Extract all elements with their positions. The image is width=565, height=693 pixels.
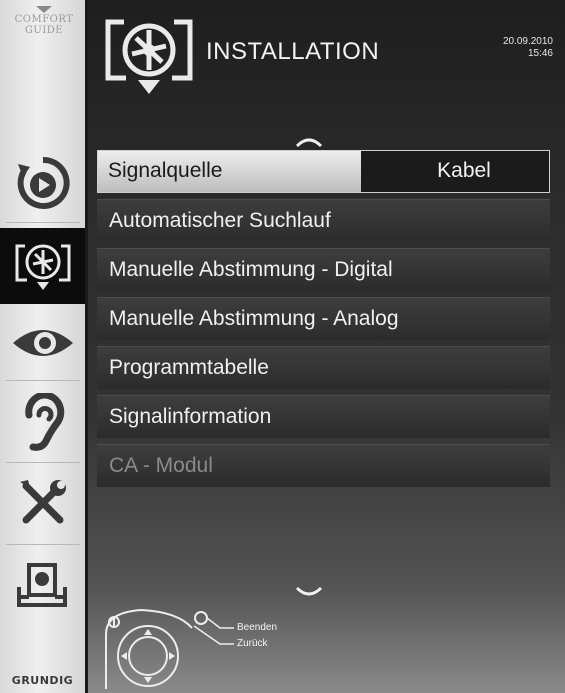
scroll-up-icon[interactable] — [294, 134, 324, 148]
sidebar-divider — [6, 222, 80, 223]
installation-menu: Signalquelle Kabel Automatischer Suchlau… — [97, 150, 550, 493]
sidebar-divider — [6, 544, 80, 545]
main-panel: INSTALLATION 20.09.2010 15:46 Signalquel… — [88, 0, 565, 693]
menu-item-ca-module: CA - Modul — [97, 444, 550, 487]
menu-item-label: Signalquelle — [98, 151, 361, 192]
hint-exit: Beenden — [237, 622, 278, 633]
sidebar-item-settings[interactable] — [6, 470, 80, 536]
menu-item-auto-scan[interactable]: Automatischer Suchlauf — [97, 199, 550, 242]
settings-tools-icon — [20, 480, 66, 524]
page-title: INSTALLATION — [206, 38, 380, 65]
menu-item-signal-source[interactable]: Signalquelle Kabel — [97, 150, 550, 193]
sidebar-item-source[interactable] — [6, 150, 80, 216]
comfort-guide-button[interactable]: COMFORT GUIDE — [0, 6, 88, 36]
brand-logo: GRUNDIG — [11, 674, 74, 687]
arrow-down-icon — [36, 6, 52, 13]
installation-header-icon — [105, 19, 193, 94]
menu-item-manual-tuning-digital[interactable]: Manuelle Abstimmung - Digital — [97, 248, 550, 291]
usb-media-icon — [17, 563, 67, 607]
scroll-down-icon[interactable] — [294, 586, 324, 600]
picture-eye-icon — [13, 330, 73, 356]
menu-item-channel-table[interactable]: Programmtabelle — [97, 346, 550, 389]
sidebar-item-sound[interactable] — [6, 390, 80, 456]
sidebar-item-media[interactable] — [6, 552, 80, 618]
sidebar: COMFORT GUIDE GRUNDIG — [0, 0, 88, 693]
time-display: 15:46 — [527, 48, 553, 59]
comfort-guide-label: COMFORT — [14, 14, 74, 25]
menu-item-signal-information[interactable]: Signalinformation — [97, 395, 550, 438]
hint-back: Zurück — [237, 638, 268, 649]
comfort-guide-label-2: GUIDE — [24, 25, 64, 36]
source-play-icon — [17, 156, 70, 209]
sidebar-divider — [6, 462, 80, 463]
date-display: 20.09.2010 — [502, 36, 553, 47]
sound-ear-icon — [25, 393, 65, 451]
sidebar-item-installation[interactable] — [0, 228, 85, 304]
menu-item-manual-tuning-analog[interactable]: Manuelle Abstimmung - Analog — [97, 297, 550, 340]
remote-control-diagram — [105, 608, 234, 689]
sidebar-divider — [6, 380, 80, 381]
sidebar-item-picture[interactable] — [6, 310, 80, 376]
signal-source-value[interactable]: Kabel — [361, 151, 549, 192]
installation-dish-icon — [15, 244, 70, 290]
